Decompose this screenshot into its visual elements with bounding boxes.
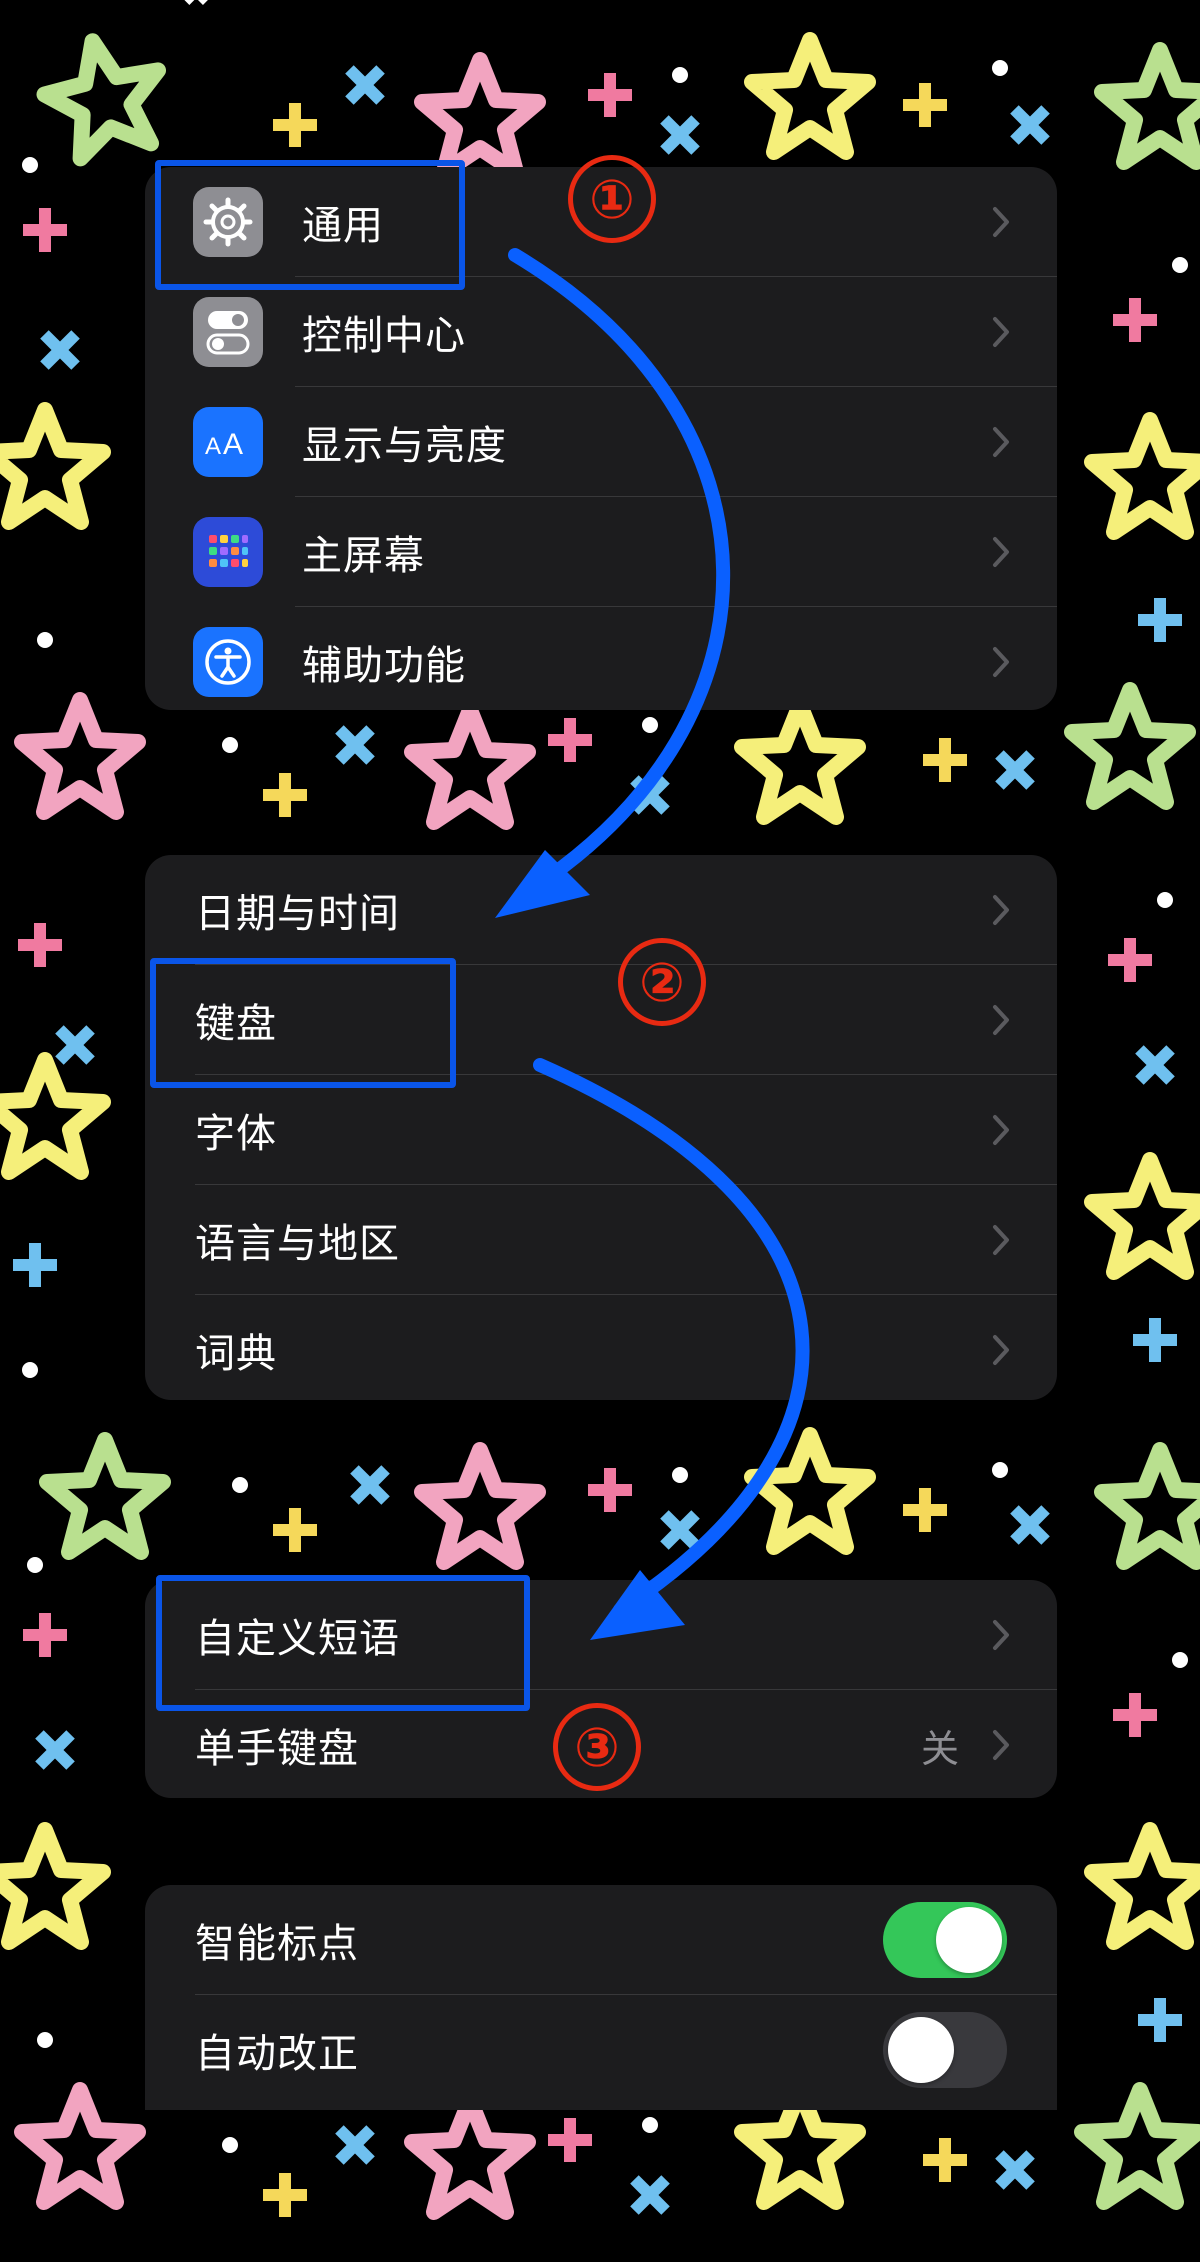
row-label: 日期与时间: [195, 891, 400, 937]
switches-icon: [193, 297, 263, 367]
chevron-right-icon: [993, 1730, 1009, 1760]
row-value: 关: [920, 1726, 959, 1771]
chevron-right-icon: [993, 537, 1009, 567]
home-grid-icon: [193, 517, 263, 587]
row-language-region[interactable]: 语言与地区: [145, 1185, 1057, 1295]
chevron-right-icon: [993, 207, 1009, 237]
smart-punctuation-toggle[interactable]: [883, 1902, 1007, 1978]
row-fonts[interactable]: 字体: [145, 1075, 1057, 1185]
settings-group-keyboard: 日期与时间 键盘 字体 语言与地区 词典: [145, 855, 1057, 1400]
chevron-right-icon: [993, 1115, 1009, 1145]
row-label: 字体: [195, 1111, 277, 1157]
row-label: 主屏幕: [302, 533, 425, 579]
row-display-brightness[interactable]: AA 显示与亮度: [145, 387, 1057, 497]
row-dictionary[interactable]: 词典: [145, 1295, 1057, 1400]
row-label: 辅助功能: [302, 643, 466, 689]
row-label: 控制中心: [302, 313, 466, 359]
step-1-marker: ①: [568, 155, 656, 243]
row-date-time[interactable]: 日期与时间: [145, 855, 1057, 965]
row-smart-punctuation: 智能标点: [145, 1885, 1057, 1995]
step-2-marker: ②: [618, 938, 706, 1026]
row-label: 语言与地区: [195, 1221, 400, 1267]
accessibility-icon: [193, 627, 263, 697]
highlight-general: [155, 160, 465, 290]
row-label: 词典: [195, 1331, 277, 1377]
chevron-right-icon: [993, 647, 1009, 677]
row-label: 单手键盘: [195, 1726, 359, 1772]
highlight-text-replacement: [156, 1575, 530, 1711]
chevron-right-icon: [993, 317, 1009, 347]
row-control-center[interactable]: 控制中心: [145, 277, 1057, 387]
settings-group-toggles: 智能标点 自动改正: [145, 1885, 1057, 2110]
text-size-icon: AA: [193, 407, 263, 477]
step-3-marker: ③: [553, 1703, 641, 1791]
chevron-right-icon: [993, 1620, 1009, 1650]
chevron-right-icon: [993, 895, 1009, 925]
chevron-right-icon: [993, 1335, 1009, 1365]
row-label: 自动改正: [195, 2031, 359, 2077]
highlight-keyboard: [150, 958, 456, 1088]
row-home-screen[interactable]: 主屏幕: [145, 497, 1057, 607]
svg-text:A: A: [223, 428, 243, 461]
chevron-right-icon: [993, 427, 1009, 457]
row-auto-correction: 自动改正: [145, 1995, 1057, 2105]
svg-text:A: A: [205, 433, 221, 460]
auto-correction-toggle[interactable]: [883, 2012, 1007, 2088]
row-label: 显示与亮度: [302, 423, 507, 469]
row-accessibility[interactable]: 辅助功能: [145, 607, 1057, 710]
chevron-right-icon: [993, 1005, 1009, 1035]
row-label: 智能标点: [195, 1921, 359, 1967]
chevron-right-icon: [993, 1225, 1009, 1255]
